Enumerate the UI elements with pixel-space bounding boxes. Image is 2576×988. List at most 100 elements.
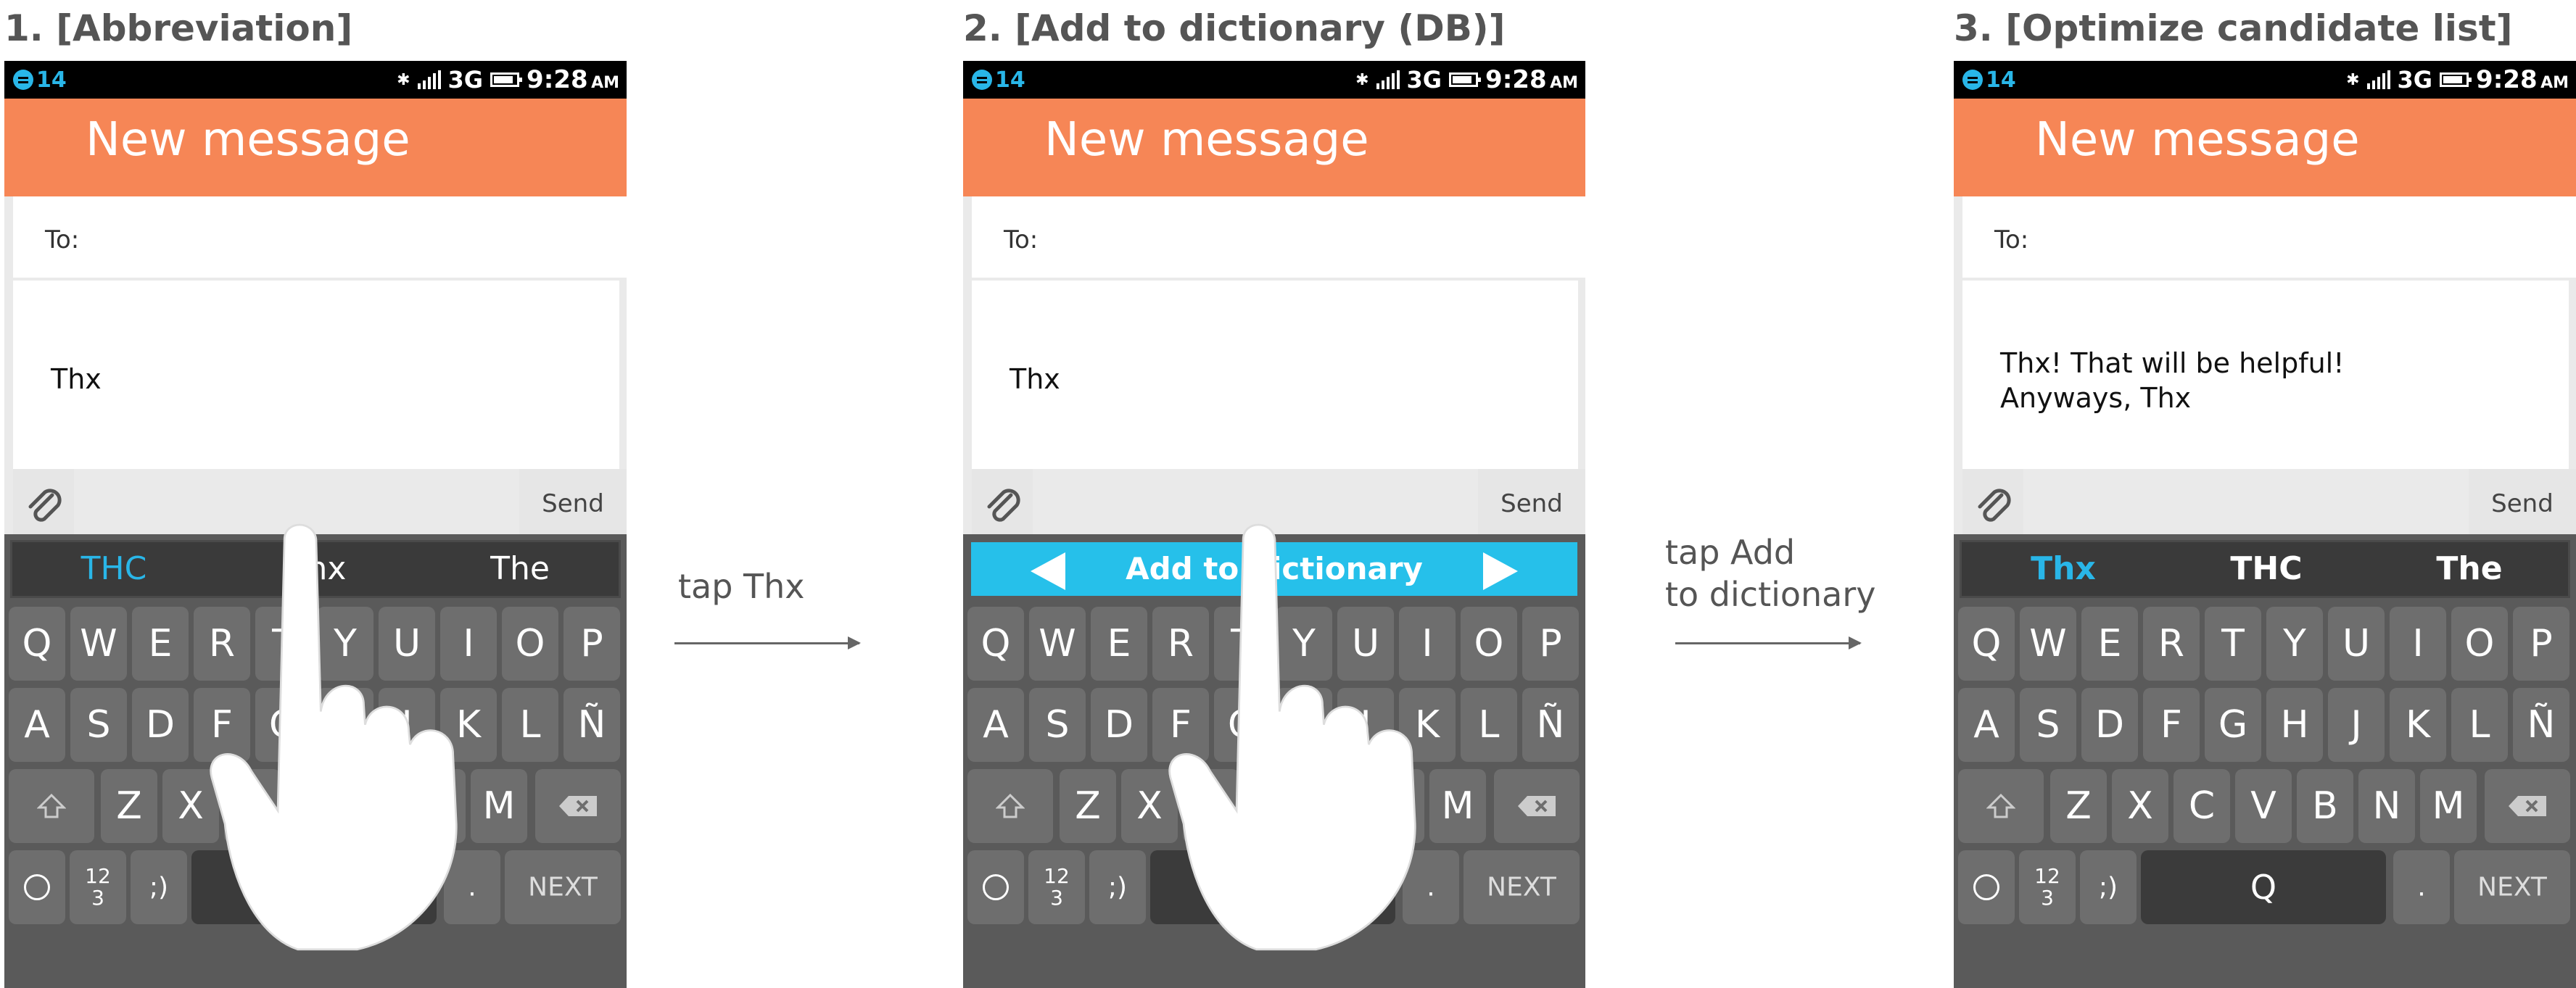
key-e[interactable]: E	[1091, 607, 1147, 681]
key-l[interactable]: L	[502, 688, 558, 762]
key-c[interactable]: C	[2174, 769, 2230, 843]
send-button[interactable]: Send	[1478, 469, 1585, 540]
key-label: Ñ	[2527, 703, 2556, 747]
key-ñ[interactable]: Ñ	[2513, 688, 2569, 762]
numbers-key[interactable]: 12 3	[2019, 850, 2076, 924]
shift-key[interactable]	[1958, 769, 2044, 843]
key-l[interactable]: L	[1461, 688, 1517, 762]
key-p[interactable]: P	[1522, 607, 1579, 681]
network-type: 3G	[447, 66, 484, 94]
key-n[interactable]: N	[2358, 769, 2415, 843]
key-q[interactable]: Q	[9, 607, 65, 681]
send-button[interactable]: Send	[2469, 469, 2576, 540]
attach-button[interactable]	[13, 469, 74, 540]
key-label: A	[983, 703, 1009, 747]
app-title: New message	[2035, 113, 2360, 167]
next-key[interactable]: NEXT	[1464, 850, 1580, 924]
shift-icon	[1986, 793, 2015, 818]
backspace-key[interactable]	[1494, 769, 1580, 843]
key-j[interactable]: J	[2328, 688, 2385, 762]
symbols-key[interactable]: ;)	[131, 850, 187, 924]
key-k[interactable]: K	[2390, 688, 2446, 762]
key-s[interactable]: S	[70, 688, 127, 762]
attach-button[interactable]	[972, 469, 1033, 540]
notification-count: 14	[36, 67, 67, 93]
symbols-key[interactable]: ;)	[1089, 850, 1146, 924]
arrow-right-icon[interactable]	[1483, 552, 1518, 590]
key-m[interactable]: M	[471, 769, 527, 843]
next-key[interactable]: NEXT	[505, 850, 621, 924]
key-label: Q	[981, 622, 1011, 665]
key-u[interactable]: U	[2328, 607, 2385, 681]
send-button[interactable]: Send	[519, 469, 627, 540]
voice-key[interactable]	[1958, 850, 2015, 924]
key-m[interactable]: M	[1429, 769, 1486, 843]
key-p[interactable]: P	[2513, 607, 2569, 681]
candidate-word[interactable]: THC	[12, 542, 215, 600]
key-e[interactable]: E	[2081, 607, 2138, 681]
symbols-key[interactable]: ;)	[2080, 850, 2137, 924]
next-key[interactable]: NEXT	[2454, 850, 2570, 924]
candidate-word[interactable]: THC	[2165, 542, 2368, 600]
status-bar: 14 ✱ 3G 9:28 AM	[963, 61, 1585, 99]
key-p[interactable]: P	[564, 607, 620, 681]
recipient-field[interactable]: To:	[13, 196, 627, 278]
key-w[interactable]: W	[2020, 607, 2076, 681]
key-h[interactable]: H	[2266, 688, 2323, 762]
key-o[interactable]: O	[2451, 607, 2508, 681]
key-z[interactable]: Z	[1060, 769, 1116, 843]
key-r[interactable]: R	[2143, 607, 2200, 681]
shift-key[interactable]	[967, 769, 1053, 843]
key-l[interactable]: L	[2451, 688, 2508, 762]
key-o[interactable]: O	[502, 607, 558, 681]
key-q[interactable]: Q	[967, 607, 1024, 681]
key-s[interactable]: S	[1029, 688, 1086, 762]
key-d[interactable]: D	[132, 688, 189, 762]
network-type: 3G	[2397, 66, 2433, 94]
backspace-key[interactable]	[2485, 769, 2570, 843]
message-body[interactable]: Thx! That will be helpful! Anyways, Thx	[1962, 281, 2569, 469]
key-a[interactable]: A	[967, 688, 1024, 762]
circle-icon	[983, 874, 1009, 900]
voice-key[interactable]	[967, 850, 1024, 924]
paperclip-icon	[987, 489, 1020, 522]
shift-key[interactable]	[9, 769, 94, 843]
message-body[interactable]: Thx	[972, 281, 1578, 469]
attach-button[interactable]	[1962, 469, 2023, 540]
key-v[interactable]: V	[2235, 769, 2292, 843]
key-z[interactable]: Z	[101, 769, 157, 843]
numbers-key[interactable]: 12 3	[70, 850, 126, 924]
key-z[interactable]: Z	[2050, 769, 2107, 843]
key-i[interactable]: I	[2390, 607, 2446, 681]
key-s[interactable]: S	[2020, 688, 2076, 762]
key-b[interactable]: B	[2297, 769, 2353, 843]
voice-key[interactable]	[9, 850, 65, 924]
key-d[interactable]: D	[2081, 688, 2138, 762]
key-g[interactable]: G	[2205, 688, 2261, 762]
key-e[interactable]: E	[132, 607, 189, 681]
key-m[interactable]: M	[2420, 769, 2477, 843]
recipient-field[interactable]: To:	[972, 196, 1585, 278]
key-a[interactable]: A	[9, 688, 65, 762]
key-q[interactable]: Q	[1958, 607, 2015, 681]
transition-arrow-1	[674, 636, 861, 649]
key-ñ[interactable]: Ñ	[1522, 688, 1579, 762]
key-y[interactable]: Y	[2266, 607, 2323, 681]
backspace-key[interactable]	[535, 769, 621, 843]
candidate-word[interactable]: Thx	[1962, 542, 2165, 600]
key-o[interactable]: O	[1461, 607, 1517, 681]
key-ñ[interactable]: Ñ	[564, 688, 620, 762]
key-w[interactable]: W	[1029, 607, 1086, 681]
period-key[interactable]: .	[2393, 850, 2450, 924]
candidate-word[interactable]: The	[2368, 542, 2571, 600]
space-key[interactable]: Q	[2141, 850, 2386, 924]
numbers-key[interactable]: 12 3	[1028, 850, 1085, 924]
key-x[interactable]: X	[2112, 769, 2168, 843]
message-body[interactable]: Thx	[13, 281, 619, 469]
key-t[interactable]: T	[2205, 607, 2261, 681]
key-f[interactable]: F	[2143, 688, 2200, 762]
key-w[interactable]: W	[70, 607, 127, 681]
recipient-field[interactable]: To:	[1962, 196, 2576, 278]
key-a[interactable]: A	[1958, 688, 2015, 762]
key-d[interactable]: D	[1091, 688, 1147, 762]
